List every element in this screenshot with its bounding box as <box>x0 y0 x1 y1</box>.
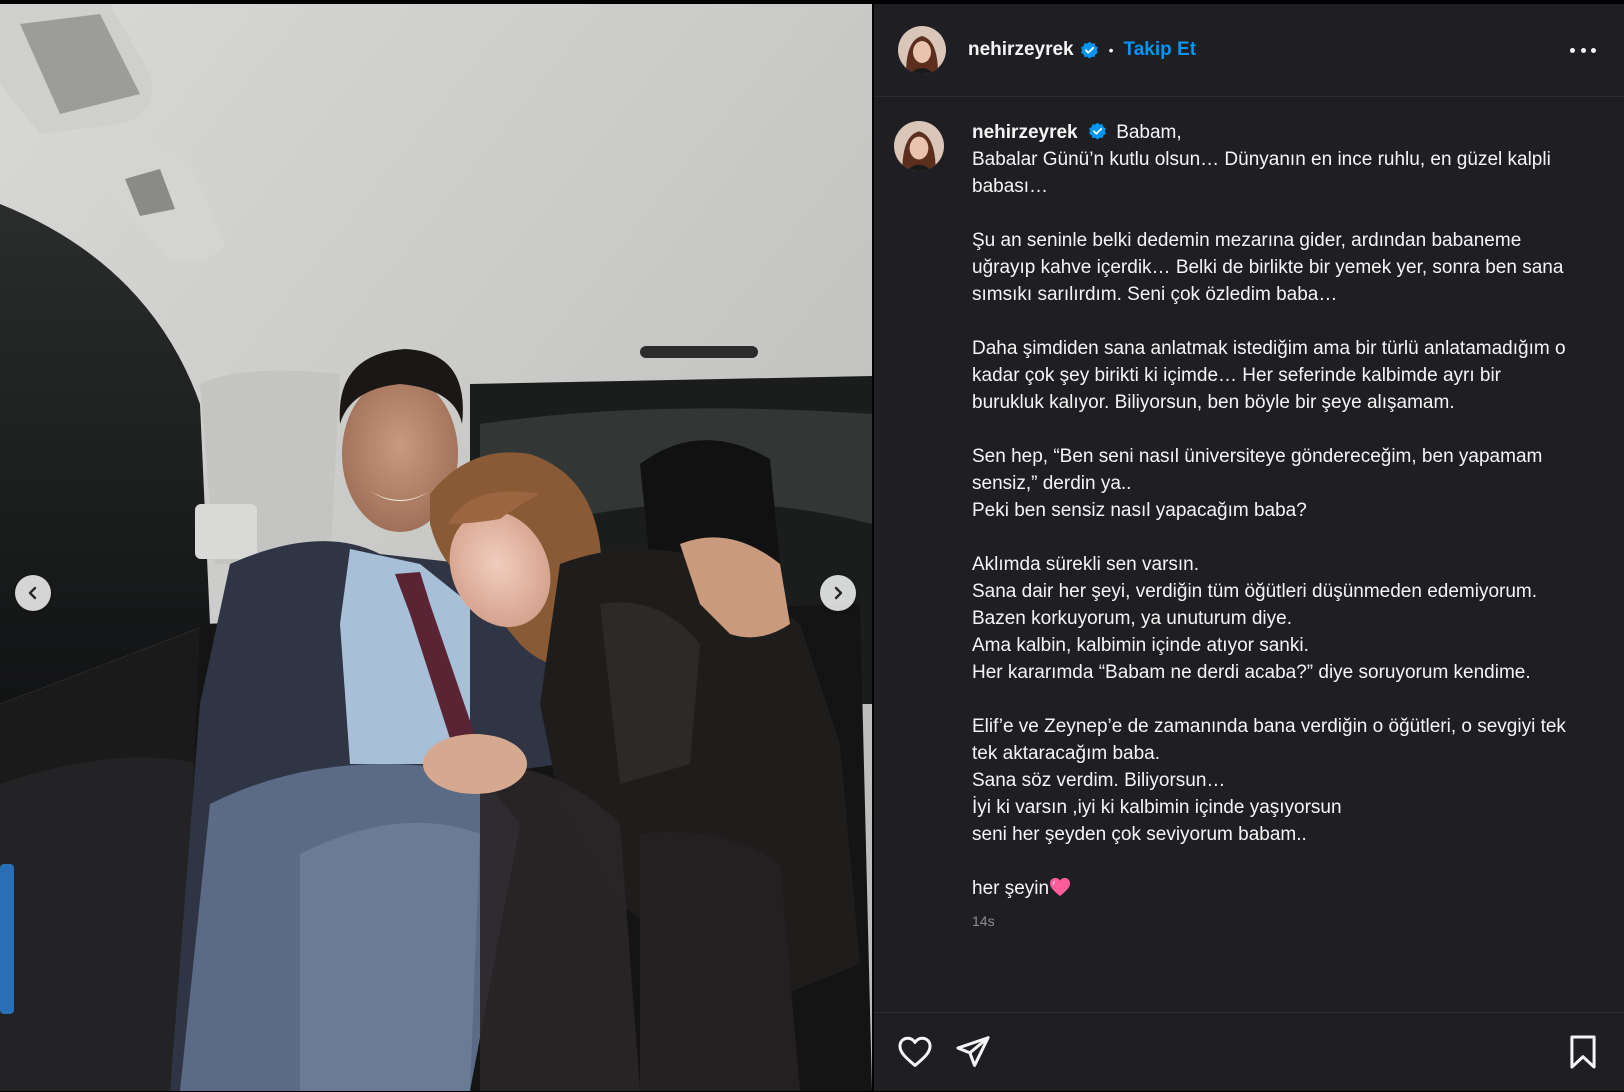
caption-text: nehirzeyrek Babam, Babalar Günü’n kutlu … <box>972 119 1572 935</box>
caption-line: Sana söz verdim. Biliyorsun… <box>972 770 1226 791</box>
more-options-icon[interactable] <box>1570 38 1596 62</box>
chevron-right-icon <box>834 586 843 600</box>
follow-button[interactable]: Takip Et <box>1124 39 1197 61</box>
verified-badge-icon <box>1089 122 1106 140</box>
bookmark-icon[interactable] <box>1564 1033 1602 1071</box>
caption-line: Aklımda sürekli sen varsın. <box>972 554 1200 575</box>
post-photo <box>0 4 872 1091</box>
next-photo-button[interactable] <box>820 575 856 611</box>
caption-line: Sen hep, “Ben seni nasıl üniversiteye gö… <box>972 446 1543 494</box>
caption-line: seni her şeyden çok seviyorum babam.. <box>972 824 1307 845</box>
caption-avatar[interactable] <box>894 121 944 171</box>
avatar-image <box>894 121 944 171</box>
caption-line: Her kararımda “Babam ne derdi acaba?” di… <box>972 662 1531 683</box>
caption-line: Babalar Günü’n kutlu olsun… Dünyanın en … <box>972 149 1551 197</box>
caption-line: her şeyin <box>972 878 1050 899</box>
caption-line: Ama kalbin, kalbimin içinde atıyor sanki… <box>972 635 1309 656</box>
caption-line: Elif’e ve Zeynep’e de zamanında bana ver… <box>972 716 1566 764</box>
action-bar <box>874 1012 1624 1092</box>
caption-line: Bazen korkuyorum, ya unuturum diye. <box>972 608 1292 629</box>
caption-line: Daha şimdiden sana anlatmak istediğim am… <box>972 338 1566 413</box>
previous-photo-button[interactable] <box>15 575 51 611</box>
post-timestamp[interactable]: 14s <box>972 908 1572 935</box>
verified-badge-icon <box>1080 41 1098 58</box>
avatar-image <box>898 26 946 74</box>
caption-username[interactable]: nehirzeyrek <box>972 122 1078 143</box>
caption-line: Peki ben sensiz nasıl yapacağım baba? <box>972 500 1307 521</box>
paper-plane-icon[interactable] <box>954 1033 992 1071</box>
caption-line: Babam, <box>1116 122 1182 143</box>
caption-line: Şu an seninle belki dedemin mezarına gid… <box>972 230 1564 305</box>
separator-dot: • <box>1108 42 1114 58</box>
post-header: nehirzeyrek • Takip Et <box>874 4 1624 97</box>
caption-line: Sana dair her şeyi, verdiğin tüm öğütler… <box>972 581 1538 602</box>
chevron-left-icon <box>28 586 37 600</box>
photo-scene <box>0 4 872 1091</box>
post-details-panel: nehirzeyrek • Takip Et nehirzeyrek Babam… <box>874 4 1624 1091</box>
caption-line: İyi ki varsın ,iyi ki kalbimin içinde ya… <box>972 797 1342 818</box>
heart-icon[interactable] <box>896 1033 934 1071</box>
pink-heart-emoji <box>1050 877 1071 897</box>
avatar[interactable] <box>898 26 946 74</box>
username[interactable]: nehirzeyrek <box>968 39 1074 61</box>
caption-area: nehirzeyrek Babam, Babalar Günü’n kutlu … <box>874 97 1624 1012</box>
